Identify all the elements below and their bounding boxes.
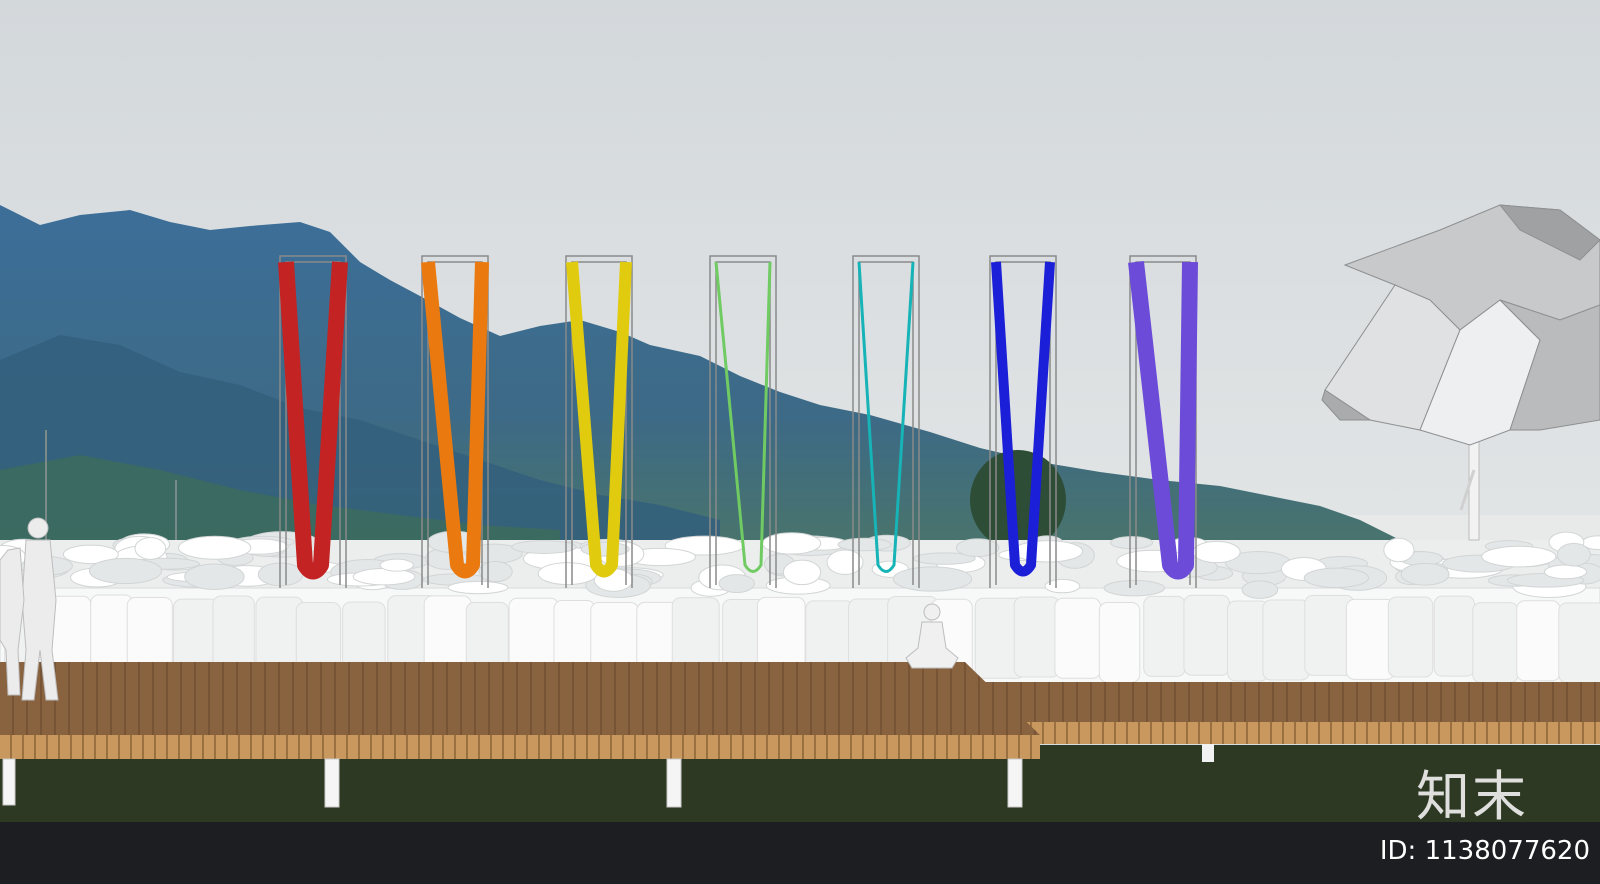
white-block	[782, 559, 822, 586]
image-id-label: ID: 1138077620	[1379, 836, 1590, 866]
white-block	[1183, 594, 1231, 676]
white-block	[1012, 540, 1084, 563]
white-block	[1383, 537, 1415, 563]
deck-right-leg	[1202, 744, 1214, 762]
watermark-logo: 知末	[1416, 765, 1528, 828]
white-block	[352, 568, 416, 586]
white-block	[1098, 601, 1141, 683]
white-block	[184, 563, 245, 590]
white-block	[1400, 562, 1450, 586]
deck-right-edge	[1025, 722, 1600, 744]
white-block	[1109, 536, 1154, 550]
white-block	[478, 561, 513, 583]
white-block	[1013, 596, 1061, 678]
deck-left-edge	[0, 735, 1040, 759]
white-block	[379, 558, 414, 572]
white-block	[718, 574, 755, 594]
white-block	[955, 538, 1000, 558]
white-block	[537, 562, 598, 586]
white-block	[1387, 596, 1434, 678]
deck-right-top	[975, 682, 1600, 722]
white-block	[134, 536, 167, 560]
white-block	[1103, 579, 1166, 597]
white-block	[1303, 567, 1370, 589]
white-block	[837, 537, 892, 552]
white-block	[1433, 595, 1476, 677]
white-block	[762, 532, 822, 555]
white-block	[1558, 602, 1600, 684]
scene: 知末 ID: 1138077620	[0, 0, 1600, 884]
white-block	[1556, 542, 1591, 567]
white-block	[1262, 599, 1310, 681]
white-block	[1516, 600, 1561, 682]
white-block	[1192, 540, 1241, 564]
white-block	[88, 557, 162, 585]
white-block	[1143, 595, 1186, 677]
landscape-render	[0, 0, 1600, 884]
white-block	[892, 566, 973, 592]
white-block	[1241, 580, 1279, 599]
white-block	[1543, 564, 1588, 580]
white-block	[1472, 602, 1519, 684]
deck-left-top	[0, 662, 1040, 735]
white-block	[447, 580, 509, 595]
white-block	[1481, 545, 1557, 568]
white-block	[1345, 598, 1396, 680]
foreground-ground	[0, 822, 1600, 884]
white-block	[178, 535, 252, 560]
white-block	[826, 549, 864, 575]
white-block	[1054, 597, 1102, 679]
